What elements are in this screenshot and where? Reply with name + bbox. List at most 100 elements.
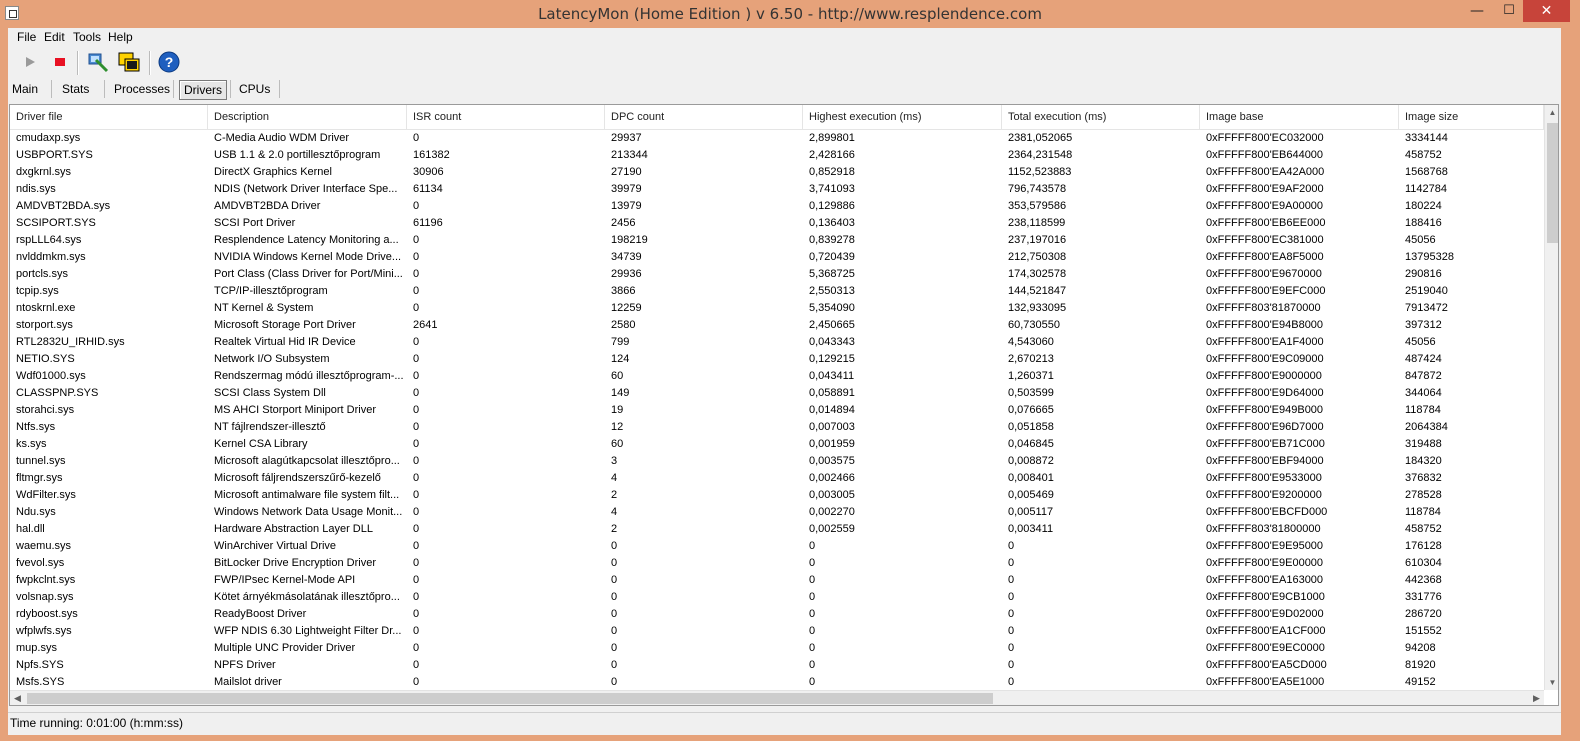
col-driver-file-cell: dxgkrnl.sys	[16, 166, 72, 178]
horizontal-scrollbar[interactable]: ◀ ▶	[10, 690, 1544, 705]
tab-processes[interactable]: Processes	[110, 80, 174, 98]
vertical-scroll-thumb[interactable]	[1547, 123, 1558, 243]
table-row[interactable]: tunnel.sys Microsoft alagútkapcsolat ille…	[10, 453, 1544, 470]
help-icon[interactable]: ?	[157, 50, 181, 74]
table-row[interactable]: storahci.sys MS AHCI Storport Miniport Dr…	[10, 402, 1544, 419]
tools-icon[interactable]	[86, 50, 110, 74]
table-row[interactable]: Npfs.SYS NPFS Driver 0 0 0 0 0xFFFFF800'EA5CD0…	[10, 657, 1544, 674]
table-row[interactable]: rdyboost.sys ReadyBoost Driver 0 0 0 0 0xFFFFF…	[10, 606, 1544, 623]
col-highest-execution-cell: 0,136403	[809, 217, 855, 229]
col-image-size-header[interactable]: Image size	[1399, 105, 1544, 129]
table-row[interactable]: Msfs.SYS Mailslot driver 0 0 0 0 0xFFFFF800'EA…	[10, 674, 1544, 690]
table-row[interactable]: CLASSPNP.SYS SCSI Class System Dll 0 149 0,0…	[10, 385, 1544, 402]
table-row[interactable]: RTL2832U_IRHID.sys Realtek Virtual Hid IR…	[10, 334, 1544, 351]
col-total-execution-cell: 353,579586	[1008, 200, 1067, 212]
tab-cpus[interactable]: CPUs	[235, 80, 274, 98]
table-row[interactable]: USBPORT.SYS USB 1.1 & 2.0 portillesztőpro…	[10, 147, 1544, 164]
col-highest-execution-cell: 0,007003	[809, 421, 855, 433]
col-dpc-count-cell: 2580	[611, 319, 636, 331]
col-image-size-cell: 45056	[1405, 234, 1436, 246]
menu-help[interactable]: Help	[108, 30, 133, 44]
close-button[interactable]: ✕	[1523, 0, 1570, 22]
col-highest-execution-cell: 0,129215	[809, 353, 855, 365]
tab-separator	[104, 80, 105, 98]
col-image-base-cell: 0xFFFFF800'EA8F5000	[1206, 251, 1324, 263]
play-icon[interactable]	[18, 50, 42, 74]
scroll-down-arrow-icon[interactable]: ▼	[1545, 675, 1558, 690]
table-row[interactable]: Ntfs.sys NT fájlrendszer-illesztő 0 12 0,007…	[10, 419, 1544, 436]
table-row[interactable]: AMDVBT2BDA.sys AMDVBT2BDA Driver 0 13979 0,1…	[10, 198, 1544, 215]
col-description-cell: TCP/IP-illesztőprogram	[214, 285, 328, 297]
col-description-cell: SCSI Port Driver	[214, 217, 296, 229]
tab-drivers[interactable]: Drivers	[179, 80, 227, 100]
col-image-base-cell: 0xFFFFF800'E9AF2000	[1206, 183, 1324, 195]
col-total-execution-cell: 0	[1008, 557, 1015, 569]
table-row[interactable]: SCSIPORT.SYS SCSI Port Driver 61196 2456 0,1…	[10, 215, 1544, 232]
col-highest-execution-cell: 0,003575	[809, 455, 855, 467]
table-row[interactable]: nvlddmkm.sys NVIDIA Windows Kernel Mode D…	[10, 249, 1544, 266]
table-row[interactable]: storport.sys Microsoft Storage Port Drive…	[10, 317, 1544, 334]
app-window: LatencyMon (Home Edition ) v 6.50 - http…	[0, 0, 1580, 741]
table-row[interactable]: volsnap.sys Kötet árnyékmásolatának illes…	[10, 589, 1544, 606]
col-description-header[interactable]: Description	[208, 105, 407, 129]
col-isr-count-cell: 161382	[413, 149, 450, 161]
title-bar[interactable]: LatencyMon (Home Edition ) v 6.50 - http…	[0, 0, 1580, 28]
table-row[interactable]: mup.sys Multiple UNC Provider Driver 0 0 0 0 0…	[10, 640, 1544, 657]
menu-tools[interactable]: Tools	[73, 30, 101, 44]
vertical-scrollbar[interactable]: ▲ ▼	[1544, 105, 1558, 690]
windows-icon[interactable]	[117, 50, 141, 74]
col-total-execution-cell: 0,008872	[1008, 455, 1054, 467]
table-row[interactable]: portcls.sys Port Class (Class Driver for …	[10, 266, 1544, 283]
col-total-execution-cell: 0,005469	[1008, 489, 1054, 501]
table-row[interactable]: fvevol.sys BitLocker Drive Encryption Dri…	[10, 555, 1544, 572]
col-image-base-cell: 0xFFFFF800'E9EC0000	[1206, 642, 1325, 654]
col-image-size-cell: 1568768	[1405, 166, 1448, 178]
col-image-size-cell: 278528	[1405, 489, 1442, 501]
col-total-execution-cell: 0	[1008, 540, 1015, 552]
horizontal-scroll-thumb[interactable]	[27, 693, 993, 704]
minimize-button[interactable]: —	[1462, 0, 1492, 22]
stop-icon[interactable]	[48, 50, 72, 74]
col-image-size-cell: 184320	[1405, 455, 1442, 467]
table-row[interactable]: tcpip.sys TCP/IP-illesztőprogram 0 3866 2,55…	[10, 283, 1544, 300]
col-description-cell: Network I/O Subsystem	[214, 353, 330, 365]
col-image-size-cell: 3334144	[1405, 132, 1448, 144]
table-row[interactable]: fwpkclnt.sys FWP/IPsec Kernel-Mode API 0 0 0…	[10, 572, 1544, 589]
col-image-base-header[interactable]: Image base	[1200, 105, 1399, 129]
tab-stats[interactable]: Stats	[58, 80, 93, 98]
toolbar: ?	[8, 48, 408, 78]
col-dpc-count-cell: 4	[611, 506, 618, 518]
menu-edit[interactable]: Edit	[44, 30, 65, 44]
col-dpc-count-header[interactable]: DPC count	[605, 105, 803, 129]
table-row[interactable]: wfplwfs.sys WFP NDIS 6.30 Lightweight Fil…	[10, 623, 1544, 640]
table-row[interactable]: NETIO.SYS Network I/O Subsystem 0 124 0,1292…	[10, 351, 1544, 368]
drivers-table[interactable]: Driver file Description ISR count DPC count…	[9, 104, 1559, 706]
col-highest-execution-header[interactable]: Highest execution (ms)	[803, 105, 1002, 129]
table-row[interactable]: waemu.sys WinArchiver Virtual Drive 0 0 0 0 0x…	[10, 538, 1544, 555]
table-row[interactable]: ndis.sys NDIS (Network Driver Interface S…	[10, 181, 1544, 198]
table-row[interactable]: hal.dll Hardware Abstraction Layer DLL 0 2 0…	[10, 521, 1544, 538]
table-row[interactable]: ks.sys Kernel CSA Library 0 60 0,001959 0,046…	[10, 436, 1544, 453]
col-driver-file-header[interactable]: Driver file	[10, 105, 208, 129]
col-total-execution-cell: 0,003411	[1008, 523, 1054, 535]
col-image-base-cell: 0xFFFFF800'EC381000	[1206, 234, 1324, 246]
table-row[interactable]: rspLLL64.sys Resplendence Latency Monitor…	[10, 232, 1544, 249]
scroll-left-arrow-icon[interactable]: ◀	[10, 691, 25, 705]
col-total-execution-cell: 0	[1008, 659, 1015, 671]
tab-main[interactable]: Main	[8, 80, 42, 98]
table-row[interactable]: fltmgr.sys Microsoft fáljrendszerszűrő-ke…	[10, 470, 1544, 487]
scroll-right-arrow-icon[interactable]: ▶	[1529, 691, 1544, 705]
table-row[interactable]: WdFilter.sys Microsoft antimalware file s…	[10, 487, 1544, 504]
table-row[interactable]: ntoskrnl.exe NT Kernel & System 0 12259 5,35…	[10, 300, 1544, 317]
maximize-button[interactable]: ☐	[1494, 0, 1524, 22]
menu-file[interactable]: File	[17, 30, 36, 44]
col-isr-count-header[interactable]: ISR count	[407, 105, 605, 129]
table-row[interactable]: dxgkrnl.sys DirectX Graphics Kernel 30906 2…	[10, 164, 1544, 181]
col-total-execution-cell: 0,046845	[1008, 438, 1054, 450]
table-row[interactable]: Wdf01000.sys Rendszermag módú illesztőpro…	[10, 368, 1544, 385]
table-row[interactable]: Ndu.sys Windows Network Data Usage Monit.…	[10, 504, 1544, 521]
scroll-up-arrow-icon[interactable]: ▲	[1545, 105, 1558, 120]
col-total-execution-header[interactable]: Total execution (ms)	[1002, 105, 1200, 129]
table-row[interactable]: cmudaxp.sys C-Media Audio WDM Driver 0 2993…	[10, 130, 1544, 147]
col-description-cell: FWP/IPsec Kernel-Mode API	[214, 574, 356, 586]
